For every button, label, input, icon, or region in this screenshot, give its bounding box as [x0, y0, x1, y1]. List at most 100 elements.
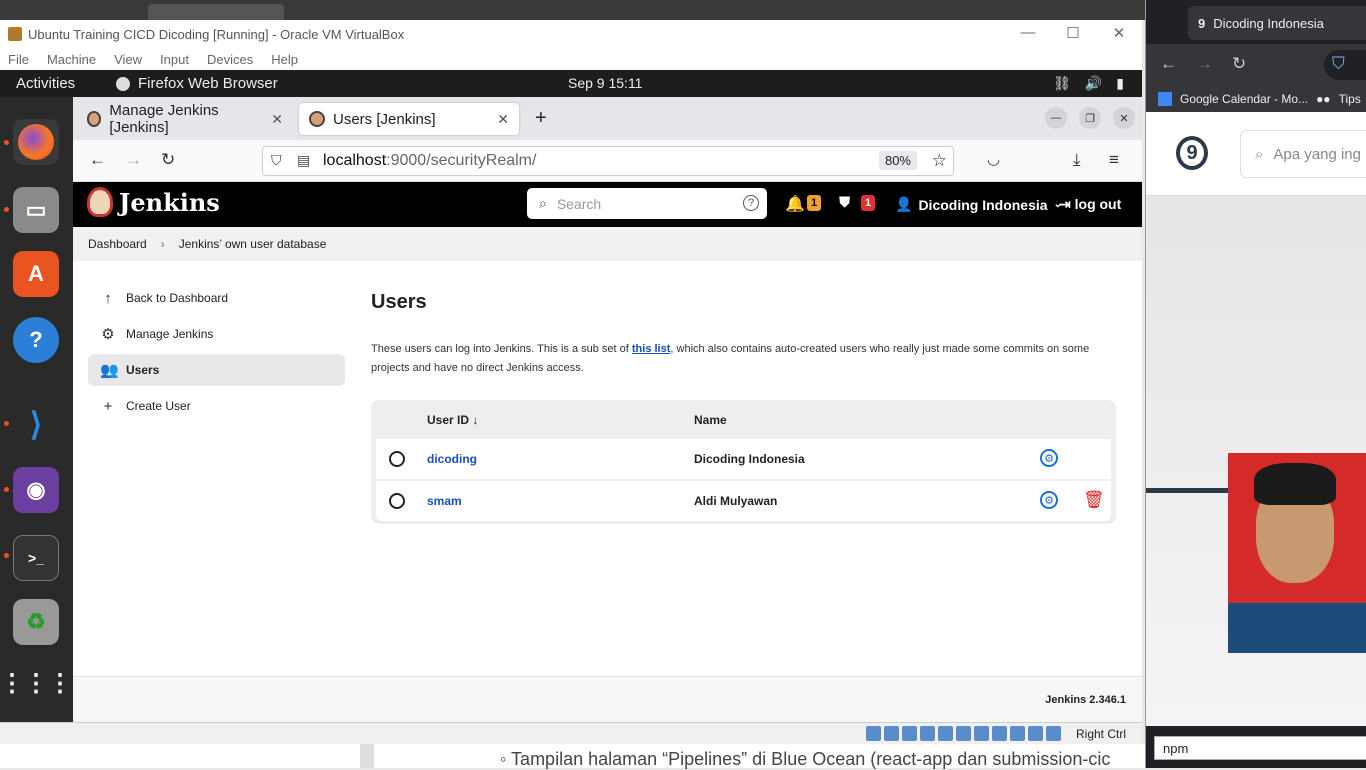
- terminal-dock-icon[interactable]: >_: [13, 535, 59, 581]
- help-icon[interactable]: ?: [743, 195, 759, 211]
- jenkins-version[interactable]: Jenkins 2.346.1: [1045, 694, 1126, 706]
- configure-gear-icon[interactable]: ⚙: [1040, 491, 1058, 509]
- user-menu[interactable]: 👤 Dicoding Indonesia ⌄: [895, 196, 1062, 213]
- minimize-icon[interactable]: —: [1045, 107, 1067, 129]
- menu-devices[interactable]: Devices: [207, 52, 253, 67]
- close-tab-icon[interactable]: ✕: [497, 111, 509, 128]
- menu-view[interactable]: View: [114, 52, 142, 67]
- firefox-tabstrip: Manage Jenkins [Jenkins] ✕ Users [Jenkin…: [73, 97, 1142, 140]
- reload-icon[interactable]: ↻: [1232, 54, 1246, 74]
- back-icon[interactable]: ←: [1160, 54, 1177, 74]
- search-placeholder: Search: [556, 195, 602, 212]
- software-dock-icon[interactable]: A: [13, 251, 59, 297]
- display-icon: [974, 726, 989, 741]
- page-info-icon[interactable]: ▤: [297, 152, 310, 169]
- breadcrumb-user-database[interactable]: Jenkins’ own user database: [179, 237, 327, 251]
- shield-icon[interactable]: ⛉: [1324, 50, 1366, 80]
- keyboard-icon: [1046, 726, 1061, 741]
- menu-machine[interactable]: Machine: [47, 52, 96, 67]
- photo-shirt: [1228, 603, 1366, 653]
- host-tab[interactable]: [148, 4, 284, 20]
- forward-icon[interactable]: →: [125, 150, 142, 170]
- sidebar-item-create-user[interactable]: + Create User: [88, 390, 345, 422]
- device-status-icons[interactable]: [866, 726, 1061, 741]
- tab-users[interactable]: Users [Jenkins] ✕: [299, 103, 519, 135]
- new-tab-icon[interactable]: +: [535, 107, 547, 130]
- reload-icon[interactable]: ↻: [161, 150, 175, 170]
- gear-icon: ⚙: [101, 326, 115, 343]
- search-box[interactable]: ⌕ Search ?: [527, 188, 767, 219]
- url-host: localhost: [323, 152, 387, 169]
- firefox-dock-icon[interactable]: [13, 119, 59, 165]
- virtualbox-icon: [8, 27, 22, 41]
- jenkins-logo[interactable]: Jenkins: [87, 187, 220, 217]
- virtualbox-menubar: File Machine View Input Devices Help: [0, 48, 1142, 70]
- sidebar-item-label: Manage Jenkins: [126, 327, 214, 341]
- menu-file[interactable]: File: [8, 52, 29, 67]
- table-row: smam Aldi Mulyawan ⚙ 🗑: [376, 481, 1111, 521]
- menu-input[interactable]: Input: [160, 52, 189, 67]
- menu-icon[interactable]: ≡: [1109, 150, 1119, 170]
- help-dock-icon[interactable]: ?: [13, 317, 59, 363]
- gnome-topbar: Activities Firefox Web Browser Sep 9 15:…: [0, 70, 1142, 97]
- download-icon[interactable]: ⤓: [1073, 150, 1081, 170]
- sidebar-item-back-to-dashboard[interactable]: ↑ Back to Dashboard: [88, 282, 345, 314]
- delete-trash-icon[interactable]: 🗑: [1083, 490, 1105, 510]
- bell-icon[interactable]: 🔔: [785, 194, 805, 214]
- tab-manage-jenkins[interactable]: Manage Jenkins [Jenkins] ✕: [77, 102, 293, 136]
- minimize-icon[interactable]: —: [1018, 24, 1038, 41]
- user-id-link[interactable]: dicoding: [427, 452, 477, 466]
- close-tab-icon[interactable]: ✕: [271, 111, 283, 128]
- clock[interactable]: Sep 9 15:11: [568, 75, 642, 91]
- security-badge[interactable]: 1: [861, 195, 875, 211]
- maximize-icon[interactable]: ☐: [1063, 24, 1083, 42]
- system-tray[interactable]: ⛓ 🔊 ▮: [1053, 75, 1124, 92]
- security-shield-icon[interactable]: ⛊: [839, 194, 850, 211]
- close-icon[interactable]: ✕: [1109, 24, 1129, 42]
- sidebar-item-label: Create User: [126, 399, 191, 413]
- volume-icon: 🔊: [1084, 75, 1103, 91]
- breadcrumb-dashboard[interactable]: Dashboard: [88, 237, 147, 251]
- column-header-name[interactable]: Name: [694, 413, 727, 427]
- this-list-link[interactable]: this list: [632, 343, 671, 355]
- back-icon[interactable]: ←: [89, 150, 106, 170]
- bookmark-star-icon[interactable]: ☆: [932, 151, 947, 171]
- bookmark-tips[interactable]: Tips: [1339, 92, 1361, 106]
- vscode-dock-icon[interactable]: ⟩: [13, 401, 59, 447]
- sidebar-item-users[interactable]: 👥 Users: [88, 354, 345, 386]
- host-browser-nav: ← → ↻ ⛉: [1146, 44, 1366, 86]
- host-browser-tabstrip: 9 Dicoding Indonesia: [1146, 0, 1366, 44]
- host-browser-tab[interactable]: 9 Dicoding Indonesia: [1188, 6, 1366, 40]
- github-dock-icon[interactable]: ◉: [13, 467, 59, 513]
- mouse-icon: [1028, 726, 1043, 741]
- user-id-link[interactable]: smam: [427, 494, 462, 508]
- trash-dock-icon[interactable]: ♻: [13, 599, 59, 645]
- zoom-level[interactable]: 80%: [878, 151, 917, 170]
- site-search-input[interactable]: ⌕ Apa yang ing: [1240, 130, 1366, 178]
- configure-gear-icon[interactable]: ⚙: [1040, 449, 1058, 467]
- menu-help[interactable]: Help: [271, 52, 298, 67]
- sidebar-item-manage-jenkins[interactable]: ⚙ Manage Jenkins: [88, 318, 345, 350]
- shield-icon[interactable]: ⛉: [271, 152, 282, 169]
- pocket-icon[interactable]: ◡: [987, 150, 1000, 168]
- find-input[interactable]: npm: [1154, 736, 1366, 760]
- close-icon[interactable]: ✕: [1113, 107, 1135, 129]
- jenkins-butler-icon: [87, 187, 113, 217]
- app-menu[interactable]: Firefox Web Browser: [116, 75, 278, 92]
- logout-link[interactable]: ⇥ log out: [1059, 196, 1121, 213]
- logout-icon: ⇥: [1059, 196, 1071, 212]
- bookmark-calendar[interactable]: Google Calendar - Mo...: [1180, 92, 1308, 106]
- url-bar[interactable]: ⛉ ▤ localhost:9000/securityRealm/ 80% ☆: [262, 146, 954, 176]
- notification-badge[interactable]: 1: [807, 195, 821, 211]
- dicoding-logo-icon[interactable]: 9: [1176, 136, 1208, 170]
- recording-icon: [992, 726, 1007, 741]
- app-grid-icon[interactable]: ⋮⋮⋮: [0, 660, 72, 706]
- photo-hair: [1254, 463, 1336, 505]
- restore-icon[interactable]: ❐: [1079, 107, 1101, 129]
- jenkins-favicon: [309, 111, 325, 127]
- files-dock-icon[interactable]: ▭: [13, 187, 59, 233]
- column-header-user-id[interactable]: User ID ↓: [427, 413, 478, 427]
- host-document: ◦ Tampilan halaman “Pipelines” di Blue O…: [0, 744, 1145, 769]
- forward-icon[interactable]: →: [1196, 54, 1213, 74]
- activities-button[interactable]: Activities: [16, 75, 75, 92]
